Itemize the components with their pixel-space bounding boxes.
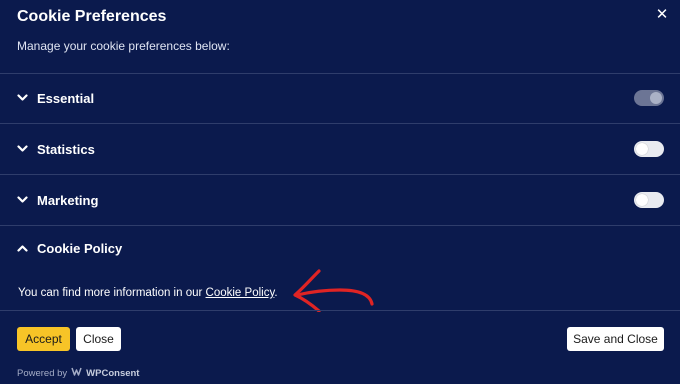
toggle-knob [650, 92, 662, 104]
marketing-toggle[interactable] [634, 192, 664, 208]
divider [0, 310, 680, 311]
accept-button[interactable]: Accept [17, 327, 70, 351]
category-row-marketing[interactable]: Marketing [0, 175, 680, 225]
category-label: Essential [37, 90, 95, 106]
category-row-essential[interactable]: Essential [0, 73, 680, 123]
toggle-knob [636, 143, 648, 155]
brand-name: WPConsent [86, 367, 140, 379]
close-icon[interactable]: ✕ [654, 7, 670, 23]
policy-text: You can find more information in our [18, 287, 203, 299]
statistics-toggle[interactable] [634, 141, 664, 157]
red-arrow-annotation [293, 269, 374, 312]
cookie-preferences-modal: Cookie Preferences ✕ Manage your cookie … [0, 0, 680, 384]
wpconsent-logo-icon [71, 367, 82, 379]
category-label: Statistics [37, 141, 95, 157]
policy-info-text: You can find more information in our Coo… [18, 287, 278, 299]
close-button[interactable]: Close [76, 327, 121, 351]
powered-by-text: Powered by [17, 367, 68, 379]
policy-label: Cookie Policy [37, 240, 123, 256]
powered-by: Powered by WPConsent [17, 367, 139, 379]
chevron-down-icon [16, 92, 28, 104]
chevron-up-icon [16, 242, 28, 254]
category-label: Marketing [37, 192, 99, 208]
toggle-knob [636, 194, 648, 206]
save-and-close-button[interactable]: Save and Close [567, 327, 664, 351]
chevron-down-icon [16, 194, 28, 206]
category-row-statistics[interactable]: Statistics [0, 124, 680, 174]
policy-period: . [274, 287, 278, 299]
modal-title: Cookie Preferences [17, 8, 167, 25]
cookie-policy-link[interactable]: Cookie Policy [206, 287, 275, 299]
chevron-down-icon [16, 143, 28, 155]
modal-subtitle: Manage your cookie preferences below: [17, 39, 230, 53]
essential-toggle [634, 90, 664, 106]
